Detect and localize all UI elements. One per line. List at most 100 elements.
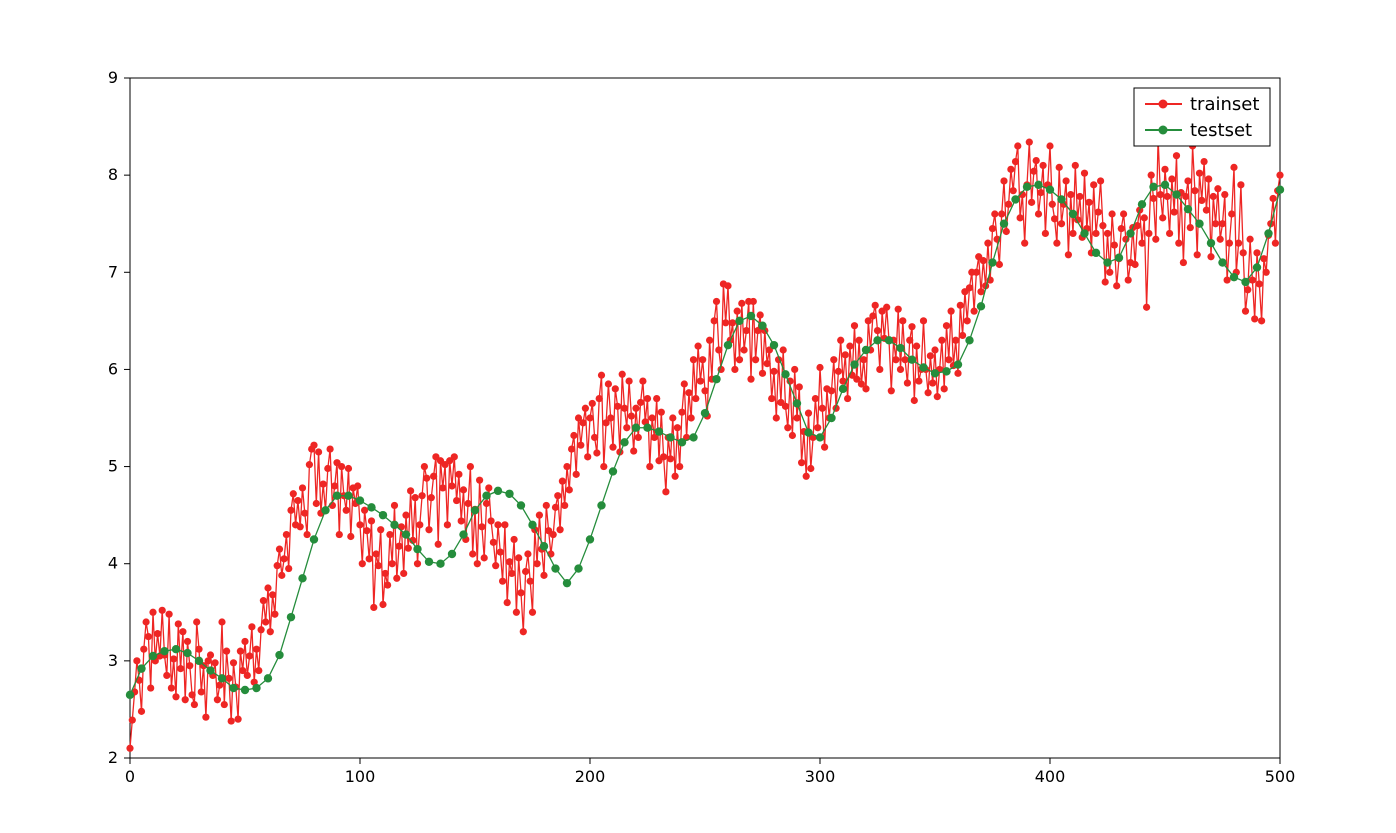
series-trainset-marker [819, 405, 826, 412]
series-trainset-marker [274, 562, 281, 569]
series-trainset-marker [906, 337, 913, 344]
series-trainset-marker [225, 675, 232, 682]
series-testset-marker [1115, 254, 1123, 262]
series-testset-marker [1011, 195, 1019, 203]
series-trainset-marker [497, 548, 504, 555]
series-trainset-marker [488, 517, 495, 524]
series-trainset-marker [600, 463, 607, 470]
series-testset-marker [448, 550, 456, 558]
series-testset-marker [1218, 258, 1226, 266]
y-tick-label: 3 [108, 651, 118, 670]
series-trainset-marker [676, 463, 683, 470]
series-trainset-marker [653, 395, 660, 402]
series-trainset-marker [313, 500, 320, 507]
series-trainset-marker [1263, 269, 1270, 276]
series-trainset-marker [193, 618, 200, 625]
series-trainset-marker [577, 442, 584, 449]
series-trainset-marker [207, 651, 214, 658]
series-trainset-marker [499, 578, 506, 585]
series-trainset-marker [646, 463, 653, 470]
series-trainset-marker [212, 659, 219, 666]
y-tick-label: 8 [108, 165, 118, 184]
series-testset-marker [758, 322, 766, 330]
series-testset-marker [1103, 258, 1111, 266]
series-testset-marker [839, 385, 847, 393]
series-trainset-marker [784, 424, 791, 431]
series-trainset-marker [768, 395, 775, 402]
series-trainset-marker [520, 628, 527, 635]
series-trainset-marker [1276, 172, 1283, 179]
series-trainset-line [130, 138, 1280, 748]
series-trainset-marker [506, 558, 513, 565]
series-trainset-marker [1196, 170, 1203, 177]
series-trainset-marker [469, 550, 476, 557]
series-trainset-marker [379, 601, 386, 608]
series-trainset-marker [1171, 208, 1178, 215]
series-testset-marker [1230, 273, 1238, 281]
series-trainset-marker [444, 521, 451, 528]
series-testset-marker [310, 535, 318, 543]
series-trainset-marker [948, 308, 955, 315]
series-trainset-marker [1251, 315, 1258, 322]
series-trainset-marker [747, 376, 754, 383]
series-trainset-marker [529, 609, 536, 616]
series-trainset-marker [501, 521, 508, 528]
series-trainset-marker [460, 486, 467, 493]
series-testset-marker [183, 649, 191, 657]
series-trainset-marker [451, 453, 458, 460]
series-trainset-marker [375, 562, 382, 569]
series-trainset-marker [1099, 222, 1106, 229]
series-trainset-marker [1081, 170, 1088, 177]
series-trainset-marker [1138, 240, 1145, 247]
series-trainset-marker [892, 356, 899, 363]
series-trainset-marker [324, 465, 331, 472]
series-trainset-marker [1035, 210, 1042, 217]
series-testset-marker [1138, 200, 1146, 208]
series-trainset-marker [607, 414, 614, 421]
series-testset-marker [816, 433, 824, 441]
series-trainset-marker [658, 409, 665, 416]
series-trainset-marker [846, 343, 853, 350]
series-trainset-marker [883, 304, 890, 311]
series-trainset-marker [980, 257, 987, 264]
series-trainset-marker [913, 343, 920, 350]
y-tick-label: 2 [108, 748, 118, 767]
series-trainset-marker [172, 693, 179, 700]
series-trainset-marker [343, 507, 350, 514]
series-trainset-marker [271, 611, 278, 618]
series-trainset-marker [593, 449, 600, 456]
series-trainset-marker [1173, 152, 1180, 159]
series-trainset-marker [552, 504, 559, 511]
x-axis-ticks: 0100200300400500 [125, 758, 1295, 786]
series-testset-marker [862, 346, 870, 354]
series-trainset-marker [920, 317, 927, 324]
series-trainset-marker [359, 560, 366, 567]
series-trainset-marker [812, 395, 819, 402]
series-trainset-marker [478, 523, 485, 530]
series-trainset-marker [1226, 240, 1233, 247]
series-trainset-marker [644, 395, 651, 402]
series-trainset-marker [685, 389, 692, 396]
series-testset-marker [919, 363, 927, 371]
series-trainset-marker [1143, 304, 1150, 311]
series-testset-marker [321, 506, 329, 514]
series-trainset-marker [860, 356, 867, 363]
series-trainset-marker [483, 500, 490, 507]
series-trainset-marker [1028, 199, 1035, 206]
series-trainset-marker [856, 337, 863, 344]
series-trainset-marker [140, 646, 147, 653]
series-trainset-marker [467, 463, 474, 470]
series-trainset-marker [1145, 230, 1152, 237]
series-trainset-marker [888, 387, 895, 394]
series-trainset-marker [1201, 158, 1208, 165]
series-trainset-marker [382, 570, 389, 577]
series-trainset-marker [1069, 230, 1076, 237]
series-trainset-marker [166, 611, 173, 618]
series-trainset-marker [421, 463, 428, 470]
series-testset-marker [206, 666, 214, 674]
series-testset-marker [804, 428, 812, 436]
series-trainset-marker [805, 410, 812, 417]
series-trainset-marker [1244, 286, 1251, 293]
series-trainset-marker [338, 463, 345, 470]
series-trainset-marker [221, 701, 228, 708]
